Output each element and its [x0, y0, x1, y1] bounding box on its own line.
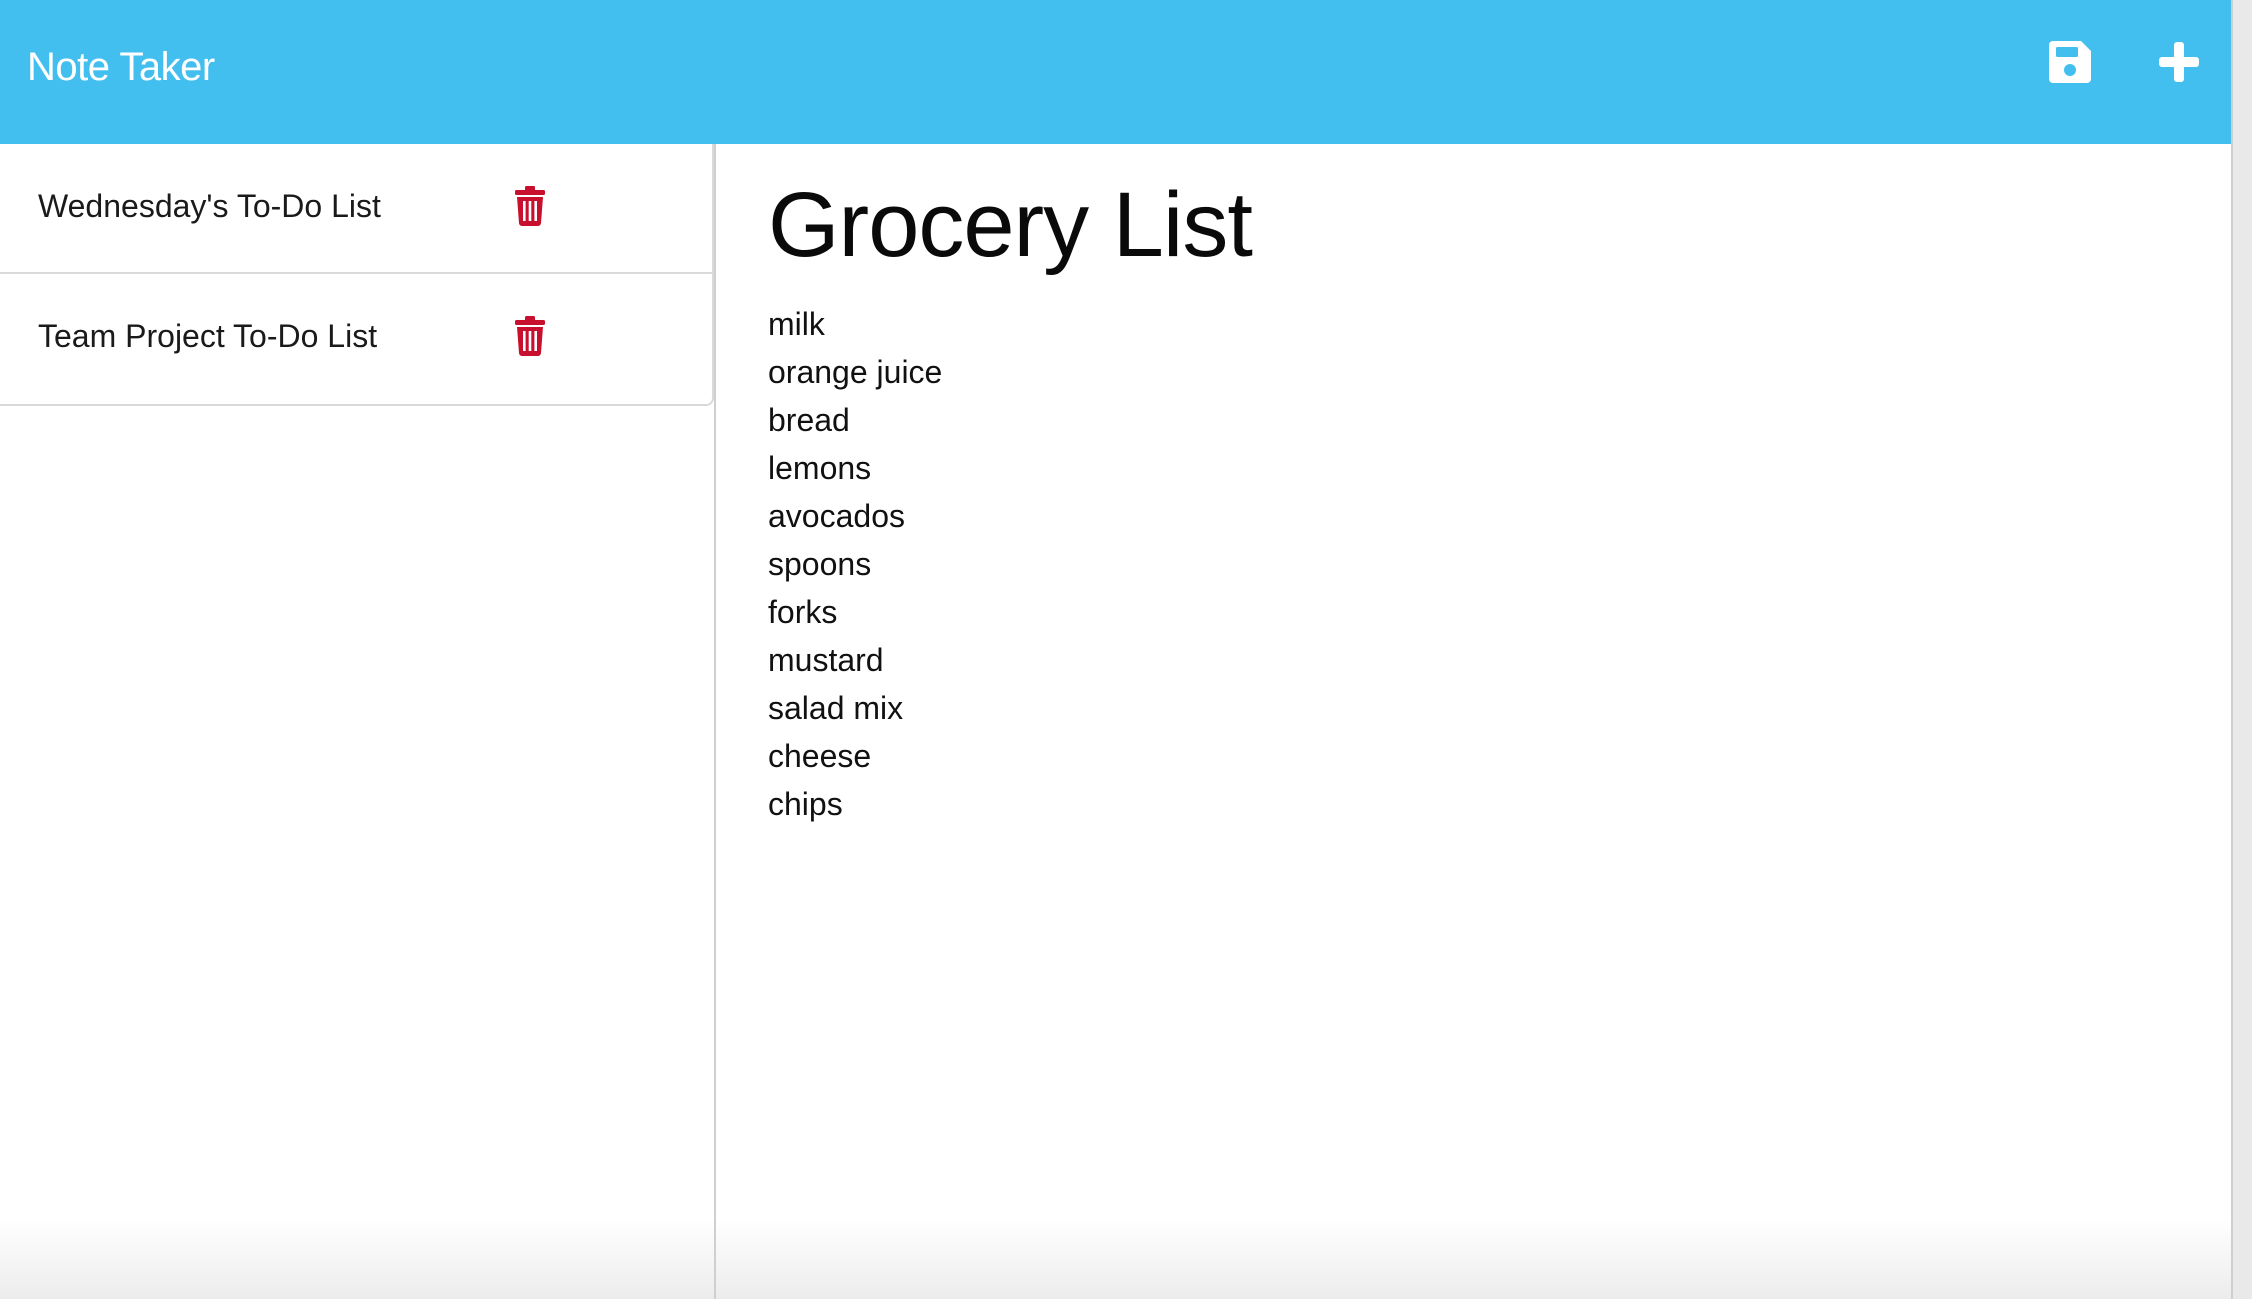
header-bar: Note Taker — [0, 0, 2231, 144]
note-title-input[interactable]: Grocery List — [768, 170, 2168, 280]
trash-icon — [515, 316, 545, 356]
notes-list: Wednesday's To-Do List Team Project To-D… — [0, 144, 714, 406]
save-note-button[interactable] — [2044, 36, 2096, 88]
delete-note-button[interactable] — [514, 186, 546, 226]
trash-icon — [515, 186, 545, 226]
window-scrollbar[interactable] — [2231, 0, 2252, 1299]
notes-sidebar: Wednesday's To-Do List Team Project To-D… — [0, 144, 716, 1299]
new-note-button[interactable] — [2153, 36, 2205, 88]
app-window: Note Taker Wednesday's To-Do List Team P… — [0, 0, 2252, 1299]
note-list-title[interactable]: Wednesday's To-Do List — [38, 186, 381, 226]
save-icon — [2049, 41, 2091, 83]
plus-icon — [2159, 42, 2199, 82]
app-title[interactable]: Note Taker — [27, 43, 215, 91]
delete-note-button[interactable] — [514, 316, 546, 356]
note-list-title[interactable]: Team Project To-Do List — [38, 316, 377, 356]
note-textarea[interactable]: milk orange juice bread lemons avocados … — [768, 300, 2168, 828]
note-editor: Grocery List milk orange juice bread lem… — [716, 144, 2231, 1299]
list-item[interactable]: Wednesday's To-Do List — [0, 144, 712, 274]
list-item[interactable]: Team Project To-Do List — [0, 274, 712, 404]
